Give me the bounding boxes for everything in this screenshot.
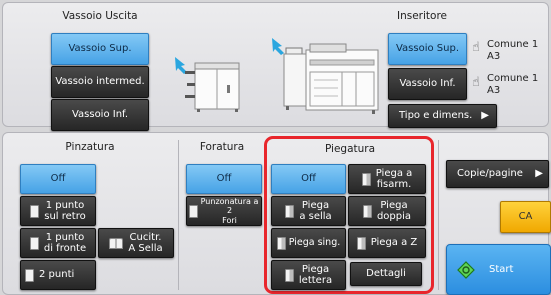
saddle-fold-line2: a sella: [299, 211, 332, 222]
staple-2-points-button[interactable]: 2 punti: [20, 260, 96, 290]
output-tray-middle-button[interactable]: Vassoio intermed.: [51, 66, 149, 98]
punching-title: Foratura: [199, 141, 245, 153]
staple-two-icon: [25, 268, 34, 282]
start-diamond-icon: [457, 260, 475, 279]
arrow-right-icon: ▶: [535, 168, 543, 180]
punch-2-holes-line1: Punzonatura a 2: [200, 197, 259, 216]
stapling-title: Pinzatura: [65, 141, 115, 153]
inserter-title: Inseritore: [396, 10, 447, 22]
start-button[interactable]: Start: [446, 244, 551, 295]
staple-1-back-label: 1 punto sul retro: [44, 200, 85, 223]
folding-title: Piegatura: [324, 143, 376, 155]
double-fold-label: Piega doppia: [377, 200, 411, 223]
single-fold-label: Piega sing.: [288, 236, 341, 248]
punch-2-holes-line2: Fori: [222, 215, 237, 225]
details-button[interactable]: Dettagli: [350, 262, 422, 286]
lower-paper-size: A3: [487, 84, 501, 96]
arrow-right-icon: ▶: [481, 110, 489, 122]
punch-2-holes-label: Punzonatura a 2 Fori: [200, 197, 259, 225]
staple-saddle-button[interactable]: Cucitr. A Sella: [98, 228, 174, 258]
single-fold-icon: [276, 236, 286, 250]
copies-pages-label: Copie/pagine: [457, 168, 523, 180]
letter-fold-line2: lettera: [298, 275, 333, 286]
inserter-lower-tray-button[interactable]: Vassoio Inf.: [388, 68, 467, 100]
staple-1-front-button[interactable]: 1 punto di fronte: [20, 228, 96, 258]
staple-saddle-label: Cucitr. A Sella: [128, 232, 162, 255]
staple-saddle-line1: Cucitr.: [129, 231, 162, 243]
double-fold-button[interactable]: Piega doppia: [348, 196, 426, 226]
inserter-upper-paper: Comune 1 A3: [487, 39, 538, 62]
copies-pages-button[interactable]: Copie/pagine ▶: [446, 160, 549, 188]
letter-fold-line1: Piega: [301, 263, 330, 275]
ca-button[interactable]: CA: [500, 201, 551, 233]
inserter-illustration: [272, 38, 379, 114]
saddle-stitch-icon: [109, 237, 124, 249]
double-fold-line1: Piega: [380, 199, 408, 211]
start-label: Start: [489, 263, 514, 275]
output-tray-lower-button[interactable]: Vassoio Inf.: [51, 99, 149, 131]
output-tray-title: Vassoio Uscita: [62, 10, 138, 22]
accordion-fold-icon: [361, 172, 371, 186]
staple-1-back-line2: sul retro: [44, 211, 86, 222]
single-fold-button[interactable]: Piega sing.: [271, 228, 346, 258]
divider: [438, 140, 439, 290]
saddle-fold-button[interactable]: Piega a sella: [271, 196, 346, 226]
folding-off-button[interactable]: Off: [271, 164, 346, 194]
finisher-illustration: [175, 57, 240, 112]
double-fold-icon: [362, 204, 372, 218]
inserter-upper-tray-button[interactable]: Vassoio Sup.: [388, 33, 467, 65]
divider: [178, 140, 179, 290]
punch-holes-icon: [189, 204, 198, 218]
type-size-label: Tipo e dimens.: [399, 110, 473, 122]
inserter-lower-paper: Comune 1 A3: [487, 73, 538, 96]
saddle-fold-line1: Piega: [301, 199, 330, 211]
output-tray-upper-button[interactable]: Vassoio Sup.: [51, 33, 149, 65]
double-fold-line2: doppia: [376, 211, 412, 222]
punch-2-holes-button[interactable]: Punzonatura a 2 Fori: [186, 196, 262, 226]
letter-fold-button[interactable]: Piega lettera: [271, 260, 346, 290]
staple-front-icon: [29, 236, 39, 250]
staple-saddle-line2: A Sella: [128, 243, 163, 254]
z-fold-button[interactable]: Piega a Z: [348, 228, 426, 258]
staple-back-icon: [30, 204, 40, 218]
type-size-button[interactable]: Tipo e dimens. ▶: [388, 104, 497, 128]
staple-1-front-line1: 1 punto: [45, 231, 85, 243]
stapling-off-button[interactable]: Off: [20, 164, 96, 194]
staple-2-points-label: 2 punti: [39, 269, 75, 281]
accordion-fold-label: Piega a fisarm.: [376, 168, 413, 191]
upper-paper-size: A3: [487, 50, 501, 62]
saddle-fold-label: Piega a sella: [299, 200, 331, 223]
lower-paper-type: Comune 1: [487, 73, 539, 84]
accordion-fold-line1: Piega a: [375, 167, 413, 179]
accordion-fold-line2: fisarm.: [376, 179, 412, 190]
saddle-fold-icon: [285, 204, 295, 218]
blue-arrow-icon: [272, 38, 284, 55]
touch-hand-icon: ☝: [472, 75, 480, 90]
z-fold-icon: [356, 236, 366, 250]
z-fold-label: Piega a Z: [370, 237, 418, 249]
staple-1-front-label: 1 punto di fronte: [44, 232, 86, 255]
staple-1-back-line1: 1 punto: [45, 199, 85, 211]
staple-1-back-button[interactable]: 1 punto sul retro: [20, 196, 96, 226]
upper-paper-type: Comune 1: [487, 39, 539, 50]
staple-1-front-line2: di fronte: [43, 243, 87, 254]
touch-hand-icon: ☝: [472, 40, 480, 55]
punching-off-button[interactable]: Off: [186, 164, 262, 194]
accordion-fold-button[interactable]: Piega a fisarm.: [348, 164, 426, 194]
letter-fold-icon: [284, 268, 294, 282]
letter-fold-label: Piega lettera: [299, 264, 332, 287]
